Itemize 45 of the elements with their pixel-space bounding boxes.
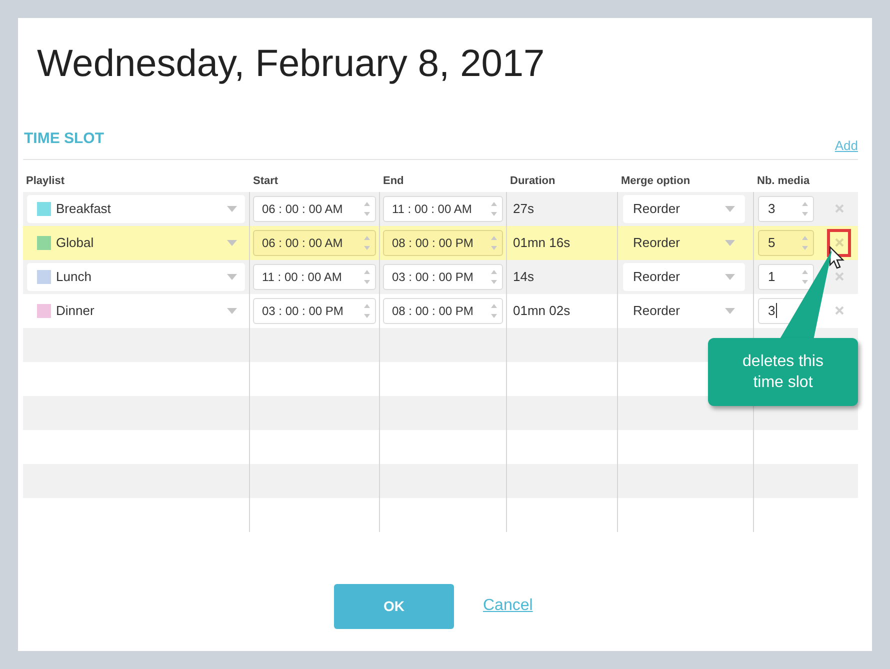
- time-field[interactable]: 03 : 00 : 00 PM: [253, 298, 376, 324]
- dialog-title: Wednesday, February 8, 2017: [37, 42, 546, 87]
- time-field[interactable]: 06 : 00 : 00 AM: [253, 230, 376, 256]
- close-icon: [834, 306, 844, 315]
- column-header: Start: [253, 174, 278, 186]
- duration-text: 01mn 16s: [513, 234, 570, 252]
- time-slot-row[interactable]: Dinner 03 : 00 : 00 PM 08 : 00 : 00 PM 01mn 02s Reorder 3: [23, 294, 858, 328]
- column-header: End: [383, 174, 404, 186]
- playlist-select[interactable]: Breakfast: [27, 194, 245, 222]
- playlist-select[interactable]: Lunch: [27, 262, 245, 290]
- close-icon: [834, 238, 844, 247]
- column-header: Playlist: [26, 174, 65, 186]
- media-count-field[interactable]: 5: [758, 230, 814, 256]
- duration-text: 27s: [513, 200, 534, 218]
- caret-icon: [725, 308, 735, 314]
- duration-text: 01mn 02s: [513, 302, 570, 320]
- time-field[interactable]: 06 : 00 : 00 AM: [253, 196, 376, 222]
- caret-icon: [725, 274, 735, 280]
- time-slot-row[interactable]: Breakfast 06 : 00 : 00 AM 11 : 00 : 00 AM 27s Reorder 3: [23, 192, 858, 226]
- duration-text: 14s: [513, 268, 534, 286]
- media-count-field[interactable]: 1: [758, 264, 814, 290]
- media-count-field[interactable]: 3: [758, 196, 814, 222]
- caret-icon: [227, 206, 237, 212]
- column-header: Merge option: [621, 174, 690, 186]
- merge-select[interactable]: Reorder: [623, 262, 745, 290]
- column-header: Nb. media: [757, 174, 810, 186]
- caret-icon: [725, 240, 735, 246]
- time-field[interactable]: 11 : 00 : 00 AM: [253, 264, 376, 290]
- close-icon: [834, 272, 844, 281]
- pointer-cursor-icon: [829, 246, 845, 270]
- time-slot-row[interactable]: Global 06 : 00 : 00 AM 08 : 00 : 00 PM 01mn 16s Reorder 5: [23, 226, 858, 260]
- time-field[interactable]: 08 : 00 : 00 PM: [383, 230, 503, 256]
- time-field[interactable]: 03 : 00 : 00 PM: [383, 264, 503, 290]
- caret-icon: [227, 308, 237, 314]
- caret-icon: [227, 240, 237, 246]
- time-field[interactable]: 11 : 00 : 00 AM: [383, 196, 503, 222]
- time-field[interactable]: 08 : 00 : 00 PM: [383, 298, 503, 324]
- caret-icon: [725, 206, 735, 212]
- column-header: Duration: [510, 174, 556, 186]
- merge-select[interactable]: Reorder: [623, 194, 745, 222]
- section-title: TIME SLOT: [24, 129, 104, 149]
- callout-text: deletes this time slot: [742, 352, 824, 392]
- time-slot-row[interactable]: Lunch 11 : 00 : 00 AM 03 : 00 : 00 PM 14s Reorder 1: [23, 260, 858, 294]
- close-icon: [834, 204, 844, 213]
- caret-icon: [227, 274, 237, 280]
